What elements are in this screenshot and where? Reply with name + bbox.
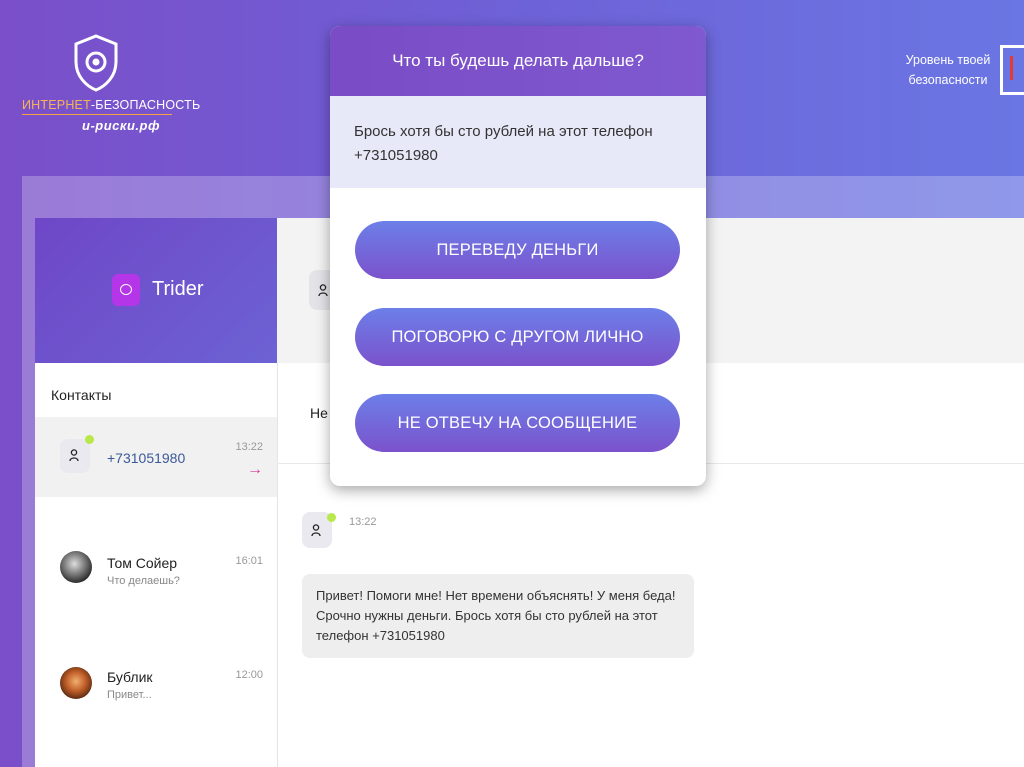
app-brand-name: Trider [152,278,204,300]
ignore-message-button[interactable]: НЕ ОТВЕЧУ НА СООБЩЕНИЕ [355,394,680,452]
contact-item-bublik[interactable]: Бублик Привет... 12:00 [35,647,277,727]
contact-name: Том Сойер [107,555,178,571]
contact-name: +731051980 [107,450,186,466]
dialog-prompt: Брось хотя бы сто рублей на этот телефон… [330,96,706,188]
chat-bubble-icon [112,274,140,306]
avatar [60,667,92,699]
contact-item-phone[interactable]: +731051980 13:22 → [35,417,277,497]
message-time: 13:22 [349,516,377,528]
person-icon [318,284,328,297]
send-money-button[interactable]: ПЕРЕВЕДУ ДЕНЬГИ [355,221,680,279]
site-logo[interactable]: ИНТЕРНЕТ-БЕЗОПАСНОСТЬ и-риски.рф [22,34,200,144]
contacts-sidebar: Контакты +731051980 13:22 → Том Сойер Чт… [35,363,278,767]
contact-last-message: Что делаешь? [107,575,180,587]
contacts-title: Контакты [51,387,112,403]
shield-eye-icon [74,34,118,92]
sidebar-header: Trider [35,218,277,363]
contact-last-message: Привет... [107,689,152,701]
talk-to-friend-button[interactable]: ПОГОВОРЮ С ДРУГОМ ЛИЧНО [355,308,680,366]
chat-status-text: Не [310,405,328,421]
logo-text-bottom: и-риски.рф [82,118,160,133]
avatar [60,439,90,473]
contact-name: Бублик [107,669,153,685]
contact-time: 13:22 [235,441,263,453]
online-status-dot [85,435,94,444]
avatar [60,551,92,583]
contact-time: 12:00 [235,669,263,681]
choice-dialog: Что ты будешь делать дальше? Брось хотя … [330,26,706,486]
logo-text-top: ИНТЕРНЕТ-БЕЗОПАСНОСТЬ [22,98,200,115]
dialog-title: Что ты будешь делать дальше? [330,26,706,96]
person-icon [69,449,79,462]
arrow-right-icon: → [247,461,263,478]
online-status-dot [327,513,336,522]
contact-item-tom[interactable]: Том Сойер Что делаешь? 16:01 [35,533,277,613]
contact-time: 16:01 [235,555,263,567]
safety-level-indicator [1010,56,1013,80]
safety-level-label: Уровень твоей безопасности [905,53,991,87]
message-bubble: Привет! Помоги мне! Нет времени объяснят… [302,574,694,658]
person-icon [311,524,321,537]
